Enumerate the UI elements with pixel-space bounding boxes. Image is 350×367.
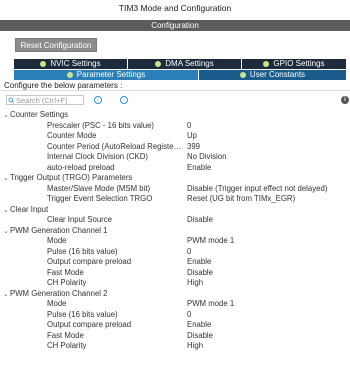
search-placeholder: Search (Ctrl+F) (16, 96, 68, 105)
search-next-icon[interactable]: › (120, 96, 128, 104)
param-value[interactable]: PWM mode 1 (187, 236, 234, 247)
param-row[interactable]: CH Polarity High (0, 341, 350, 352)
search-input[interactable]: Search (Ctrl+F) (6, 95, 84, 105)
param-name: Clear Input Source (47, 215, 113, 224)
param-name: CH Polarity (47, 341, 87, 350)
param-value[interactable]: Disable (Trigger input effect not delaye… (187, 184, 327, 195)
group-title: Trigger Output (TRGO) Parameters (10, 173, 133, 182)
param-name: Mode (47, 299, 67, 308)
status-dot-icon (40, 60, 47, 67)
param-name: Internal Clock Division (CKD) (47, 152, 148, 161)
tab-label: DMA Settings (165, 59, 214, 68)
param-value[interactable]: 0 (187, 247, 191, 258)
tab-user-constants[interactable]: User Constants (199, 70, 346, 80)
param-value[interactable]: Disable (187, 215, 213, 226)
param-row[interactable]: Counter Period (AutoReload Register - 1.… (0, 142, 350, 153)
tab-label: User Constants (249, 70, 306, 79)
param-name: Trigger Event Selection TRGO (47, 194, 153, 203)
param-row[interactable]: Output compare preload Enable (0, 320, 350, 331)
param-row[interactable]: Counter Mode Up (0, 131, 350, 142)
param-name: Pulse (16 bits value) (47, 246, 118, 256)
group-counter-settings[interactable]: ⌄Counter Settings (0, 110, 350, 121)
param-value[interactable]: High (187, 341, 203, 352)
status-dot-icon (66, 71, 73, 78)
param-name: Counter Period (AutoReload Register - 1.… (47, 141, 183, 151)
param-name: Mode (47, 236, 67, 245)
param-row[interactable]: Master/Slave Mode (MSM bit) Disable (Trig… (0, 184, 350, 195)
status-dot-icon (263, 60, 270, 67)
param-row[interactable]: Fast Mode Disable (0, 331, 350, 342)
param-row[interactable]: Mode PWM mode 1 (0, 236, 350, 247)
param-name: Counter Mode (47, 131, 97, 140)
param-value[interactable]: Disable (187, 331, 213, 342)
param-value[interactable]: High (187, 278, 203, 289)
param-name: Pulse (16 bits value) (47, 309, 118, 319)
info-icon[interactable]: i (341, 96, 349, 104)
param-name: Prescaler (PSC - 16 bits value) (47, 120, 155, 130)
group-title: PWM Generation Channel 2 (10, 288, 108, 298)
param-name: Output compare preload (47, 257, 132, 266)
param-value[interactable]: PWM mode 1 (187, 299, 234, 310)
param-value[interactable]: 0 (187, 121, 191, 132)
vertical-scrollbar[interactable] (346, 110, 350, 367)
param-row[interactable]: Output compare preload Enable (0, 257, 350, 268)
group-pwm-channel-2[interactable]: ⌄PWM Generation Channel 2 (0, 289, 350, 300)
configuration-header: Configuration (0, 20, 350, 31)
param-value[interactable]: Up (187, 131, 197, 142)
param-value[interactable]: 399 (187, 142, 200, 153)
window-title: TIM3 Mode and Configuration (0, 0, 350, 16)
param-name: CH Polarity (47, 278, 87, 287)
param-row[interactable]: Clear Input Source Disable (0, 215, 350, 226)
group-title: PWM Generation Channel 1 (10, 225, 108, 235)
group-title: Counter Settings (10, 110, 69, 119)
param-value[interactable]: Enable (187, 163, 211, 174)
tab-nvic-settings[interactable]: NVIC Settings (14, 59, 127, 69)
tab-label: NVIC Settings (50, 59, 101, 68)
param-value[interactable]: Enable (187, 320, 211, 331)
param-value[interactable]: No Division (187, 152, 226, 163)
reset-configuration-button[interactable]: Reset Configuration (15, 38, 97, 52)
param-row[interactable]: Internal Clock Division (CKD) No Division (0, 152, 350, 163)
param-row[interactable]: CH Polarity High (0, 278, 350, 289)
param-row[interactable]: Pulse (16 bits value) 0 (0, 310, 350, 321)
tab-label: GPIO Settings (273, 59, 325, 68)
status-dot-icon (239, 71, 246, 78)
tab-parameter-settings[interactable]: Parameter Settings (14, 70, 198, 80)
param-row[interactable]: Pulse (16 bits value) 0 (0, 247, 350, 258)
param-row[interactable]: Prescaler (PSC - 16 bits value) 0 (0, 121, 350, 132)
search-icon (8, 97, 15, 104)
param-row[interactable]: auto-reload preload Enable (0, 163, 350, 174)
param-name: Fast Mode (47, 267, 84, 277)
group-pwm-channel-1[interactable]: ⌄PWM Generation Channel 1 (0, 226, 350, 237)
param-value[interactable]: 0 (187, 310, 191, 321)
tab-gpio-settings[interactable]: GPIO Settings (242, 59, 346, 69)
param-row[interactable]: Fast Mode Disable (0, 268, 350, 279)
group-clear-input[interactable]: ⌄Clear Input (0, 205, 350, 216)
param-row[interactable]: Mode PWM mode 1 (0, 299, 350, 310)
group-title: Clear Input (10, 204, 49, 214)
tab-dma-settings[interactable]: DMA Settings (128, 59, 241, 69)
configure-instruction: Configure the below parameters : (0, 81, 350, 91)
param-name: Output compare preload (47, 320, 132, 329)
param-name: Master/Slave Mode (MSM bit) (47, 183, 151, 193)
param-value[interactable]: Reset (UG bit from TIMx_EGR) (187, 194, 295, 205)
param-value[interactable]: Disable (187, 268, 213, 279)
tab-label: Parameter Settings (76, 70, 146, 79)
search-previous-icon[interactable]: ‹ (94, 96, 102, 104)
status-dot-icon (155, 60, 162, 67)
param-value[interactable]: Enable (187, 257, 211, 268)
group-trgo-parameters[interactable]: ⌄Trigger Output (TRGO) Parameters (0, 173, 350, 184)
param-row[interactable]: Trigger Event Selection TRGO Reset (UG bi… (0, 194, 350, 205)
param-name: auto-reload preload (47, 162, 115, 172)
param-name: Fast Mode (47, 330, 84, 340)
parameter-tree: ⌄Counter Settings Prescaler (PSC - 16 bi… (0, 110, 350, 352)
